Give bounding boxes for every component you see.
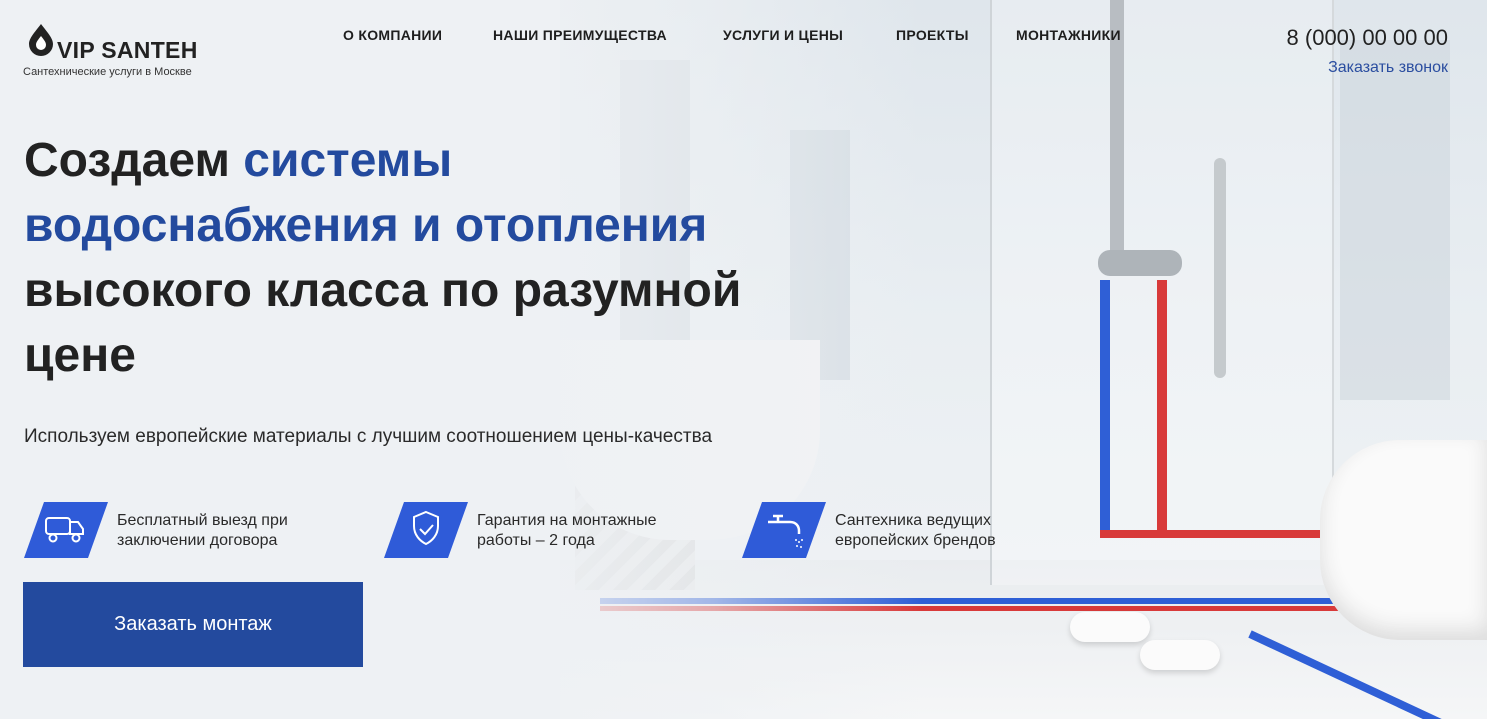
callback-link[interactable]: Заказать звонок [1328, 59, 1448, 77]
feature-text: Сантехника ведущих европейских брендов [835, 511, 1065, 551]
order-installation-button[interactable]: Заказать монтаж [23, 582, 363, 667]
feature-text-line1: Гарантия на монтажные [477, 512, 657, 529]
nav-item-advantages[interactable]: НАШИ ПРЕИМУЩЕСТВА [493, 27, 667, 43]
feature-text-line1: Сантехника ведущих [835, 512, 991, 529]
nav-item-about[interactable]: О КОМПАНИИ [343, 27, 442, 43]
water-drop-logo-icon [29, 24, 53, 56]
hero-title: Создаем системы водоснабжения и отоплени… [24, 128, 824, 388]
hero-subtitle: Используем европейские материалы с лучши… [24, 426, 713, 447]
faucet-icon [742, 502, 826, 558]
hero-title-part2: высокого класса по разумной цене [24, 264, 742, 382]
feature-text-line1: Бесплатный выезд при [117, 512, 288, 529]
brand-name: VIP SANTEH [57, 37, 198, 63]
feature-text: Гарантия на монтажные работы – 2 года [477, 511, 707, 551]
feature-text-line2: заключении договора [117, 532, 278, 549]
delivery-van-icon [24, 502, 108, 558]
feature-text-line2: работы – 2 года [477, 532, 595, 549]
brand-tagline: Сантехнические услуги в Москве [23, 66, 192, 78]
feature-text-line2: европейских брендов [835, 532, 996, 549]
feature-text: Бесплатный выезд при заключении договора [117, 511, 347, 551]
hero-title-part1: Создаем [24, 134, 244, 187]
nav-item-projects[interactable]: ПРОЕКТЫ [896, 27, 969, 43]
nav-item-services[interactable]: УСЛУГИ И ЦЕНЫ [723, 27, 843, 43]
shield-check-icon [384, 502, 468, 558]
phone-number[interactable]: 8 (000) 00 00 00 [1287, 25, 1448, 51]
nav-item-installers[interactable]: МОНТАЖНИКИ [1016, 27, 1121, 43]
